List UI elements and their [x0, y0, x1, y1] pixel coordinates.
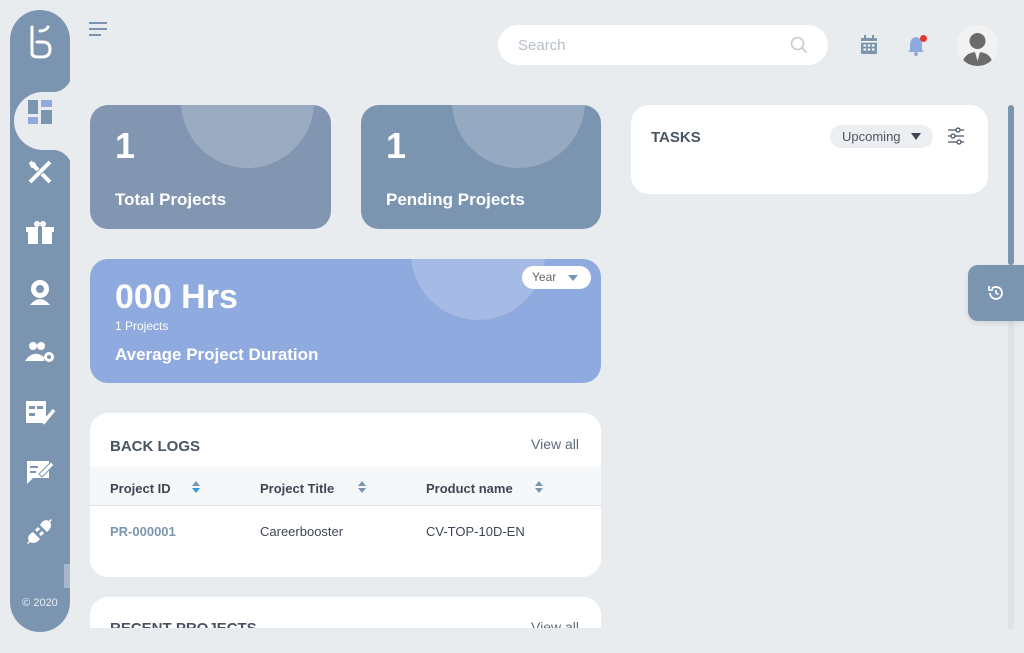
settings-person-icon: [30, 280, 50, 305]
brand-logo-icon[interactable]: [26, 25, 54, 59]
search-input[interactable]: [518, 35, 778, 55]
pending-projects-value: 1: [386, 125, 407, 166]
sidebar-scrollbar[interactable]: [64, 564, 70, 588]
users-settings-icon: [25, 342, 54, 362]
sidebar-item-notes[interactable]: [23, 455, 57, 489]
average-duration-card: 000 Hrs 1 Projects Average Project Durat…: [90, 259, 601, 383]
backlogs-panel: BACK LOGS View all Project ID Project Ti…: [90, 413, 601, 577]
sort-icon[interactable]: [358, 481, 368, 495]
card-decoration: [181, 105, 314, 168]
plug-icon: [27, 519, 52, 544]
copyright-text: © 2020: [22, 597, 58, 609]
project-title-cell: Careerbooster: [260, 524, 344, 539]
tasks-filter-select[interactable]: Upcoming: [830, 125, 933, 148]
column-header-label: Product name: [426, 481, 513, 496]
main-scrollbar-thumb[interactable]: [1008, 105, 1014, 265]
edit-note-icon: [27, 461, 55, 484]
column-header-project-title[interactable]: Project Title: [260, 481, 366, 496]
period-select-value: Year: [532, 270, 557, 284]
calendar-icon[interactable]: [860, 35, 878, 55]
table-header: Project ID Project Title Product name: [90, 467, 601, 506]
period-select[interactable]: Year: [522, 266, 591, 289]
sidebar-item-tools[interactable]: [23, 155, 57, 189]
sidebar: © 2020: [10, 10, 72, 632]
duration-value: 000 Hrs: [115, 278, 238, 316]
sidebar-item-users[interactable]: [23, 335, 57, 369]
sidebar-item-integrations[interactable]: [23, 515, 57, 549]
sidebar-item-settings[interactable]: [23, 275, 57, 309]
column-header-label: Project Title: [260, 481, 335, 496]
refresh-clock-icon: [988, 286, 1003, 300]
sidebar-item-tasks[interactable]: [23, 395, 57, 429]
backlogs-title: BACK LOGS: [110, 438, 200, 455]
sliders-filter-icon[interactable]: [947, 127, 965, 145]
avatar[interactable]: [957, 25, 998, 66]
sidebar-item-packages[interactable]: [23, 215, 57, 249]
package-icon: [26, 221, 54, 244]
project-id-cell[interactable]: PR-000001: [110, 524, 176, 539]
caret-down-icon: [911, 133, 921, 140]
column-header-project-id[interactable]: Project ID: [110, 481, 200, 496]
product-name-cell: CV-TOP-10D-EN: [426, 524, 525, 539]
card-decoration: [452, 105, 585, 168]
search-bar: [498, 25, 828, 65]
duration-label: Average Project Duration: [115, 345, 319, 364]
pending-projects-card[interactable]: 1 Pending Projects: [361, 105, 601, 229]
chevron-down-icon: [568, 275, 578, 281]
tasks-filter-value: Upcoming: [842, 129, 901, 144]
tasks-panel: TASKS Upcoming: [631, 105, 988, 194]
tools-icon: [28, 160, 52, 184]
total-projects-value: 1: [115, 125, 136, 166]
notification-badge: [920, 35, 927, 42]
content-clip: [80, 628, 610, 653]
sidebar-item-dashboard[interactable]: [23, 95, 57, 129]
duration-projects-count: 1 Projects: [115, 319, 169, 333]
total-projects-card[interactable]: 1 Total Projects: [90, 105, 331, 229]
dashboard-icon: [28, 100, 52, 124]
menu-toggle-button[interactable]: [89, 22, 107, 38]
user-avatar-icon: [957, 25, 998, 66]
refresh-button[interactable]: [968, 265, 1024, 321]
sort-icon[interactable]: [192, 481, 202, 495]
search-icon[interactable]: [790, 36, 808, 54]
tasks-title: TASKS: [651, 129, 701, 146]
column-header-product-name[interactable]: Product name: [426, 481, 543, 496]
pending-projects-label: Pending Projects: [386, 190, 525, 209]
backlogs-view-all-link[interactable]: View all: [531, 436, 601, 452]
task-check-icon: [26, 401, 56, 425]
total-projects-label: Total Projects: [115, 190, 227, 209]
sort-icon[interactable]: [535, 481, 545, 495]
column-header-label: Project ID: [110, 481, 171, 496]
